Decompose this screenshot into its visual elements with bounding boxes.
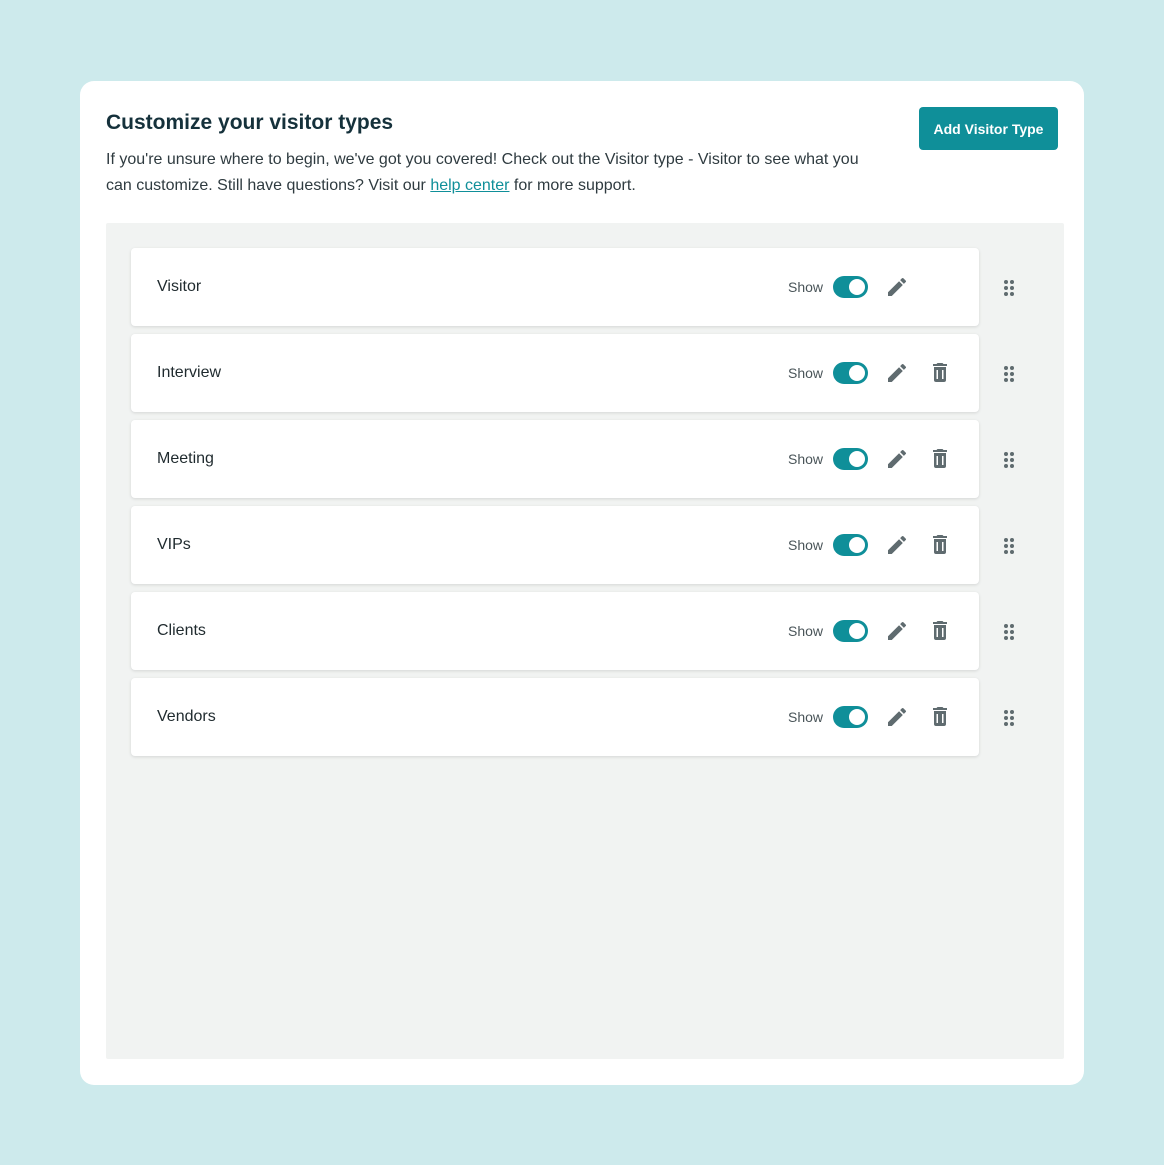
pencil-icon[interactable] — [885, 619, 909, 643]
pencil-icon[interactable] — [885, 533, 909, 557]
toggle-knob — [849, 279, 865, 295]
page-title: Customize your visitor types — [106, 111, 394, 134]
show-toggle[interactable] — [833, 706, 868, 728]
add-visitor-type-button[interactable]: Add Visitor Type — [919, 107, 1058, 150]
toggle-knob — [849, 537, 865, 553]
visitor-type-label: Vendors — [157, 708, 216, 725]
drag-handle-icon[interactable] — [997, 706, 1021, 730]
toggle-knob — [849, 623, 865, 639]
visitor-type-label: Visitor — [157, 278, 202, 295]
help-center-link[interactable]: help center — [430, 177, 509, 194]
show-toggle[interactable] — [833, 276, 868, 298]
drag-handle-icon[interactable] — [997, 276, 1021, 300]
visitor-type-label: Interview — [157, 364, 222, 381]
visitor-type-list: Visitor Show Interview Show Meeting Show… — [106, 223, 1064, 1059]
show-label: Show — [788, 537, 824, 553]
description-text-2: for more support. — [509, 177, 636, 194]
visitor-type-row: Vendors Show — [131, 678, 979, 756]
pencil-icon[interactable] — [885, 705, 909, 729]
page-description: If you're unsure where to begin, we've g… — [106, 147, 876, 199]
visitor-type-row: Visitor Show — [131, 248, 979, 326]
show-label: Show — [788, 279, 824, 295]
toggle-knob — [849, 451, 865, 467]
show-label: Show — [788, 451, 824, 467]
drag-handle-icon[interactable] — [997, 620, 1021, 644]
drag-handle-icon[interactable] — [997, 534, 1021, 558]
show-label: Show — [788, 623, 824, 639]
toggle-knob — [849, 709, 865, 725]
visitor-type-label: Clients — [157, 622, 206, 639]
trash-icon[interactable] — [928, 705, 952, 729]
show-toggle[interactable] — [833, 620, 868, 642]
trash-icon[interactable] — [928, 447, 952, 471]
pencil-icon[interactable] — [885, 275, 909, 299]
visitor-types-card: Customize your visitor types If you're u… — [80, 81, 1084, 1085]
trash-icon[interactable] — [928, 619, 952, 643]
visitor-type-row: Interview Show — [131, 334, 979, 412]
toggle-knob — [849, 365, 865, 381]
trash-icon[interactable] — [928, 361, 952, 385]
visitor-type-label: Meeting — [157, 450, 214, 467]
drag-handle-icon[interactable] — [997, 362, 1021, 386]
visitor-type-row: Meeting Show — [131, 420, 979, 498]
show-label: Show — [788, 365, 824, 381]
pencil-icon[interactable] — [885, 447, 909, 471]
show-toggle[interactable] — [833, 362, 868, 384]
drag-handle-icon[interactable] — [997, 448, 1021, 472]
visitor-type-row: Clients Show — [131, 592, 979, 670]
show-label: Show — [788, 709, 824, 725]
show-toggle[interactable] — [833, 448, 868, 470]
show-toggle[interactable] — [833, 534, 868, 556]
visitor-type-row: VIPs Show — [131, 506, 979, 584]
pencil-icon[interactable] — [885, 361, 909, 385]
trash-icon[interactable] — [928, 533, 952, 557]
visitor-type-label: VIPs — [157, 536, 191, 553]
